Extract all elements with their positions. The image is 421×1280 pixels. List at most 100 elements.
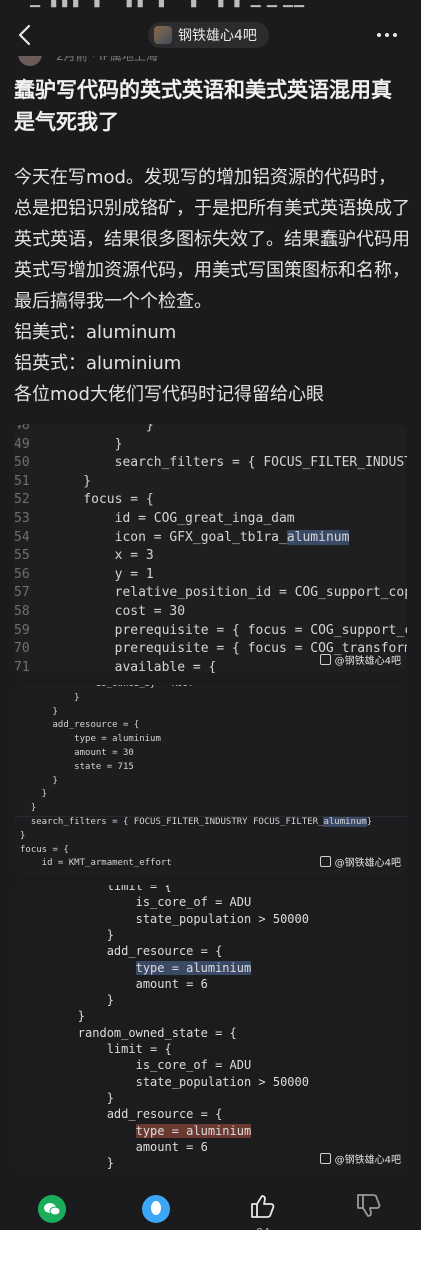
code-text: }	[52, 473, 92, 489]
highlighted-token: aluminum	[323, 817, 367, 827]
more-button[interactable]	[372, 22, 402, 48]
code-line: is_core_of = ADU	[20, 1058, 252, 1072]
highlighted-token: type = aluminium	[135, 960, 252, 975]
code-text: x = 3	[52, 548, 154, 564]
code-text: amount = 30	[20, 748, 134, 758]
post-title: 蠢驴写代码的英式英语和美式英语混用真是气死我了	[14, 78, 392, 134]
qq-icon	[142, 1195, 170, 1223]
line-number: 70	[14, 641, 30, 657]
code-line: amount = 6	[20, 977, 208, 991]
code-line: add_resource = {	[20, 1107, 223, 1122]
code-text: }	[366, 817, 373, 827]
like-button[interactable]: 84	[232, 1188, 292, 1230]
code-text: icon = GFX_goal_tb1ra_	[52, 529, 287, 545]
more-dots-icon	[377, 33, 397, 37]
line-number: 52	[14, 492, 30, 508]
highlighted-token: aluminum	[286, 529, 350, 545]
watermark: @钢铁雄心4吧	[319, 652, 401, 667]
blank-area	[0, 1230, 421, 1280]
code-text: type = aluminium	[20, 734, 161, 745]
watermark: @钢铁雄心4吧	[319, 1151, 401, 1166]
code-line: 56 y = 1	[14, 567, 154, 582]
code-text: }	[20, 1009, 86, 1024]
code-line: }	[20, 1156, 114, 1170]
line-number: 50	[14, 455, 30, 471]
code-line: type = aluminium	[20, 1123, 252, 1138]
code-line: }	[20, 928, 114, 942]
code-text: limit = {	[20, 1042, 172, 1056]
code-text: y = 1	[52, 566, 154, 582]
code-screenshot-2[interactable]: is_owned_by = ROOT } } add_resource = { …	[14, 685, 407, 875]
share-wechat-button[interactable]	[22, 1188, 82, 1230]
code-line: 58 cost = 30	[14, 604, 185, 619]
code-line: limit = {	[20, 1042, 172, 1056]
highlighted-token: type = aluminium	[135, 1123, 252, 1138]
line-number: 57	[14, 585, 30, 601]
code-text: focus = {	[20, 844, 69, 855]
author-row[interactable]: 2月前 · IP属地上海	[0, 56, 421, 66]
avatar[interactable]	[18, 56, 42, 66]
bottom-action-bar: 84	[0, 1182, 421, 1230]
back-button[interactable]	[12, 20, 40, 50]
code-line: 49 }	[14, 437, 122, 452]
status-bar: ▁ ▚ ▖▖ ▗ ▘ ▗ ▖ ▗ ▘ ▚ ▘ ▖ ▖ ▁ ▁ ▁▁	[0, 0, 421, 14]
line-number: 53	[14, 511, 30, 526]
code-line: focus = {	[20, 845, 69, 855]
author-meta: 2月前 · IP属地上海	[56, 56, 158, 63]
line-number: 51	[14, 473, 30, 489]
code-text: amount = 6	[20, 1139, 208, 1154]
code-line: }	[20, 776, 58, 786]
line-number: 56	[14, 566, 30, 582]
code-line: }	[20, 707, 58, 717]
share-qq-button[interactable]	[126, 1188, 186, 1230]
code-line: }	[20, 803, 36, 813]
code-text: }	[20, 706, 58, 717]
code-line: limit = {	[20, 885, 172, 893]
code-line: 54 icon = GFX_goal_tb1ra_aluminum	[14, 529, 350, 545]
code-text: }	[20, 775, 58, 786]
code-text: cost = 30	[52, 604, 186, 619]
code-text: }	[20, 803, 37, 814]
tieba-logo-icon	[319, 1153, 331, 1164]
code-text: add_resource = {	[20, 1107, 223, 1122]
code-text: }	[20, 1156, 114, 1171]
code-line: }	[20, 789, 47, 799]
code-line: 59 prerequisite = { focus = COG_support_…	[14, 623, 407, 638]
code-text: available = {	[52, 659, 217, 673]
post-paragraph: 铝英式：aluminium	[14, 353, 182, 374]
line-number: 48	[14, 424, 30, 433]
watermark-text: @钢铁雄心4吧	[334, 656, 401, 667]
code-screenshot-1[interactable]: 48 } 49 } 50 search_filters = { FOCUS_FILT…	[14, 424, 407, 673]
forum-chip[interactable]: 钢铁雄心4吧	[148, 22, 269, 48]
code-line: 71 available = {	[14, 660, 216, 673]
post-paragraph: 今天在写mod。发现写的增加铝资源的代码时，总是把铝识别成铬矿，于是把所有美式英…	[14, 167, 410, 312]
code-text: search_filters = { FOCUS_FILTER_INDUSTRY…	[20, 817, 324, 827]
code-line: 55 x = 3	[14, 548, 154, 563]
code-text: amount = 6	[20, 976, 208, 991]
code-line: add_resource = {	[20, 720, 140, 730]
code-text: limit = {	[20, 885, 172, 893]
code-line: state_population > 50000	[20, 1075, 309, 1089]
post-paragraph: 铝美式：aluminum	[14, 322, 177, 343]
code-text: }	[52, 424, 154, 433]
wechat-icon	[38, 1195, 66, 1223]
forum-name: 钢铁雄心4吧	[178, 28, 257, 44]
dislike-button[interactable]	[338, 1188, 398, 1230]
line-number: 59	[14, 622, 30, 638]
code-text: }	[20, 1090, 114, 1105]
code-text: is_core_of = ADU	[20, 895, 252, 910]
line-number: 54	[14, 529, 30, 545]
code-text: state_population > 50000	[20, 911, 309, 926]
code-line: 50 search_filters = { FOCUS_FILTER_INDUS…	[14, 455, 407, 470]
code-screenshot-3[interactable]: limit = { is_core_of = ADU state_populat…	[14, 885, 407, 1172]
code-line: random_owned_state = {	[20, 1026, 237, 1040]
code-line: type = aluminium	[20, 960, 252, 975]
code-text: search_filters = { FOCUS_FILTER_INDUSTRY	[52, 455, 407, 471]
code-text: }	[20, 927, 114, 942]
code-line: amount = 30	[20, 748, 134, 758]
nav-bar: 钢铁雄心4吧	[0, 14, 421, 56]
line-number: 49	[14, 436, 30, 452]
code-text: }	[20, 993, 114, 1008]
status-bar-text: ▁ ▚ ▖▖ ▗ ▘ ▗ ▖ ▗ ▘ ▚ ▘ ▖ ▖ ▁ ▁ ▁▁	[30, 0, 305, 8]
